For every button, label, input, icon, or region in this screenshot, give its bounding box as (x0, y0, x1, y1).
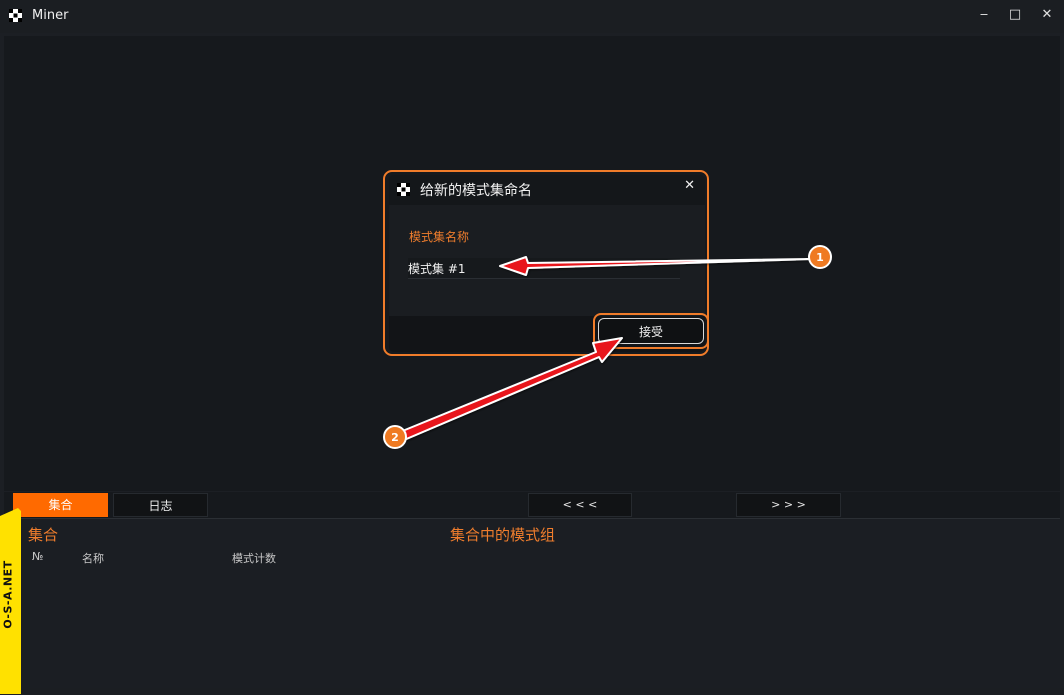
tab-log[interactable]: 日志 (113, 493, 208, 517)
column-pattern-count-header[interactable]: 模式计数 (232, 550, 276, 566)
accept-button[interactable]: 接受 (598, 318, 704, 344)
window-title: Miner (32, 8, 69, 23)
title-bar: Miner ‒ □ ✕ (0, 0, 1064, 33)
pattern-set-name-label: 模式集名称 (409, 230, 470, 244)
minimize-button[interactable]: ‒ (973, 5, 995, 25)
maximize-button[interactable]: □ (1004, 5, 1026, 25)
dialog-title: 给新的模式集命名 (420, 183, 532, 199)
status-strip (0, 688, 1064, 695)
watermark-text: O-S-A.NET (1, 560, 15, 629)
prev-button[interactable]: < < < (528, 493, 632, 517)
app-logo-icon (9, 9, 22, 22)
next-button[interactable]: > > > (736, 493, 841, 517)
close-window-button[interactable]: ✕ (1036, 5, 1058, 25)
pattern-set-name-input[interactable] (408, 258, 680, 279)
dialog-close-button[interactable]: ✕ (684, 178, 695, 193)
collections-title: 集合 (28, 526, 59, 544)
dialog-logo-icon (397, 183, 410, 196)
column-name-header[interactable]: 名称 (82, 550, 104, 566)
dialog-header: 给新的模式集命名 ✕ (389, 175, 705, 205)
tab-collections[interactable]: 集合 (13, 493, 108, 517)
column-number-header[interactable]: № (32, 550, 43, 563)
pattern-groups-title: 集合中的模式组 (450, 526, 556, 544)
